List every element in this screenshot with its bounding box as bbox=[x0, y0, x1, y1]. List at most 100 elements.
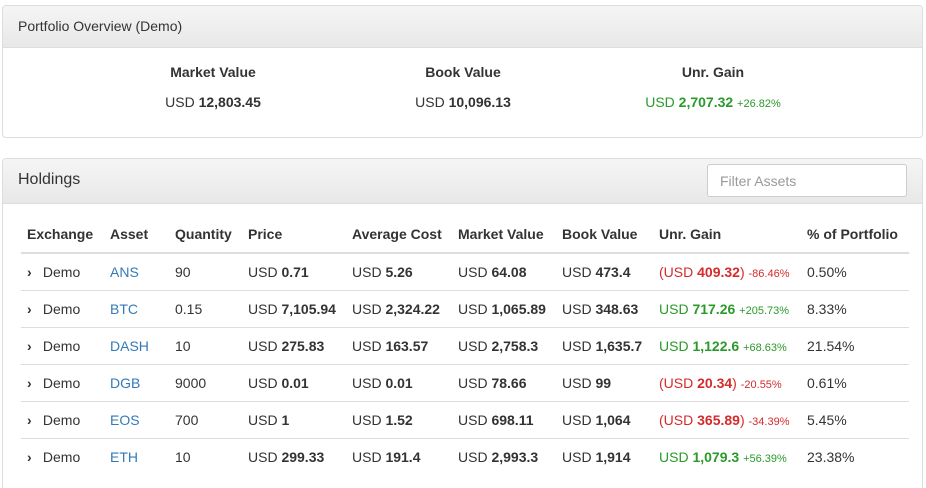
average-cost-cell: USD 2,324.22 bbox=[346, 289, 452, 327]
average-cost-value: 1.52 bbox=[385, 411, 413, 428]
currency-label: USD bbox=[248, 411, 278, 428]
portfolio-percent-cell: 8.33% bbox=[801, 289, 909, 327]
market-value-cell: USD 64.08 bbox=[452, 252, 556, 290]
gain-suffix: ) bbox=[732, 374, 737, 391]
asset-link[interactable]: ANS bbox=[110, 264, 139, 280]
currency-label: USD bbox=[562, 300, 592, 317]
exchange-name: Demo bbox=[42, 374, 81, 391]
price-value: 0.71 bbox=[281, 263, 309, 280]
book-value-summary: Book Value USD 10,096.13 bbox=[343, 64, 583, 110]
exchange-cell[interactable]: › Demo bbox=[21, 326, 104, 364]
asset-link[interactable]: DASH bbox=[110, 338, 149, 354]
gain-prefix: USD bbox=[659, 300, 693, 317]
chevron-right-icon[interactable]: › bbox=[27, 412, 39, 428]
column-header-book-value[interactable]: Book Value bbox=[556, 215, 653, 254]
overview-heading: Portfolio Overview (Demo) bbox=[3, 6, 922, 48]
filter-assets-input[interactable] bbox=[707, 164, 907, 197]
holdings-table: Exchange Asset Quantity Price Average Co… bbox=[21, 215, 909, 475]
asset-cell[interactable]: EOS bbox=[104, 400, 169, 438]
asset-link[interactable]: ETH bbox=[110, 449, 138, 465]
market-value-amount: USD 12,803.45 bbox=[93, 94, 333, 110]
gain-suffix: ) bbox=[739, 411, 745, 428]
currency-label: USD bbox=[415, 94, 445, 110]
chevron-right-icon[interactable]: › bbox=[27, 301, 39, 317]
currency-label: USD bbox=[352, 337, 382, 354]
gain-percent: -20.55% bbox=[740, 378, 782, 391]
currency-label: USD bbox=[248, 263, 278, 280]
portfolio-percent-cell: 0.61% bbox=[801, 363, 909, 401]
asset-cell[interactable]: ETH bbox=[104, 437, 169, 475]
portfolio-percent-cell: 21.54% bbox=[801, 326, 909, 364]
book-value-value: 1,914 bbox=[595, 448, 631, 465]
book-value-cell: USD 1,064 bbox=[556, 400, 653, 438]
column-header-exchange[interactable]: Exchange bbox=[21, 215, 104, 254]
column-header-quantity[interactable]: Quantity bbox=[169, 215, 242, 254]
column-header-average-cost[interactable]: Average Cost bbox=[346, 215, 452, 254]
price-cell: USD 275.83 bbox=[242, 326, 346, 364]
gain-value: 1,079.3 bbox=[692, 448, 740, 465]
column-header-unrealized-gain[interactable]: Unr. Gain bbox=[653, 215, 801, 254]
column-header-price[interactable]: Price bbox=[242, 215, 346, 254]
price-cell: USD 0.01 bbox=[242, 363, 346, 401]
column-header-percent-of-portfolio[interactable]: % of Portfolio bbox=[801, 215, 909, 254]
unrealized-gain-summary: Unr. Gain USD 2,707.32 +26.82% bbox=[593, 64, 833, 110]
column-header-asset[interactable]: Asset bbox=[104, 215, 169, 254]
unrealized-gain-amount: USD 2,707.32 +26.82% bbox=[593, 94, 833, 110]
gain-prefix: USD bbox=[659, 448, 693, 465]
average-cost-cell: USD 0.01 bbox=[346, 363, 452, 401]
gain-value: 717.26 bbox=[692, 300, 736, 317]
asset-cell[interactable]: BTC bbox=[104, 289, 169, 327]
chevron-right-icon[interactable]: › bbox=[27, 375, 39, 391]
quantity-cell: 10 bbox=[169, 437, 242, 475]
exchange-cell[interactable]: › Demo bbox=[21, 252, 104, 290]
table-row[interactable]: › Demo ANS 90 USD 0.71 USD 5.26 USD 64.08 USD … bbox=[21, 252, 909, 290]
exchange-cell[interactable]: › Demo bbox=[21, 363, 104, 401]
average-cost-cell: USD 163.57 bbox=[346, 326, 452, 364]
unrealized-gain-cell: (USD 409.32) -86.46% bbox=[653, 252, 801, 290]
chevron-right-icon[interactable]: › bbox=[27, 264, 39, 280]
table-row[interactable]: › Demo DASH 10 USD 275.83 USD 163.57 USD 2,75… bbox=[21, 326, 909, 364]
currency-label: USD bbox=[458, 374, 488, 391]
asset-link[interactable]: DGB bbox=[110, 375, 140, 391]
holdings-panel: Holdings Exchange Asset Quantity Price A… bbox=[2, 158, 923, 488]
average-cost-value: 5.26 bbox=[385, 263, 413, 280]
exchange-cell[interactable]: › Demo bbox=[21, 400, 104, 438]
table-row[interactable]: › Demo DGB 9000 USD 0.01 USD 0.01 USD 78.66 US… bbox=[21, 363, 909, 401]
table-row[interactable]: › Demo BTC 0.15 USD 7,105.94 USD 2,324.22 USD… bbox=[21, 289, 909, 327]
market-value-cell: USD 2,993.3 bbox=[452, 437, 556, 475]
chevron-right-icon[interactable]: › bbox=[27, 449, 39, 465]
exchange-cell[interactable]: › Demo bbox=[21, 437, 104, 475]
currency-label: USD bbox=[248, 337, 278, 354]
market-value-cell: USD 698.11 bbox=[452, 400, 556, 438]
exchange-cell[interactable]: › Demo bbox=[21, 289, 104, 327]
average-cost-cell: USD 191.4 bbox=[346, 437, 452, 475]
table-row[interactable]: › Demo EOS 700 USD 1 USD 1.52 USD 698.11 USD 1… bbox=[21, 400, 909, 438]
market-value-cell: USD 78.66 bbox=[452, 363, 556, 401]
asset-link[interactable]: EOS bbox=[110, 412, 140, 428]
currency-label: USD bbox=[458, 448, 488, 465]
table-row[interactable]: › Demo ETH 10 USD 299.33 USD 191.4 USD 2,993.… bbox=[21, 437, 909, 475]
column-header-market-value[interactable]: Market Value bbox=[452, 215, 556, 254]
quantity-cell: 10 bbox=[169, 326, 242, 364]
average-cost-value: 2,324.22 bbox=[385, 300, 440, 317]
book-value-value: 99 bbox=[595, 374, 612, 391]
asset-link[interactable]: BTC bbox=[110, 301, 138, 317]
gain-suffix: ) bbox=[739, 263, 745, 280]
exchange-name: Demo bbox=[42, 300, 81, 317]
unrealized-gain-percent: +26.82% bbox=[737, 98, 781, 110]
unrealized-gain-cell: USD 717.26 +205.73% bbox=[653, 289, 801, 327]
price-value: 0.01 bbox=[281, 374, 309, 391]
asset-cell[interactable]: DASH bbox=[104, 326, 169, 364]
market-value-value: 78.66 bbox=[491, 374, 527, 391]
book-value-value: 348.63 bbox=[595, 300, 639, 317]
market-value-cell: USD 2,758.3 bbox=[452, 326, 556, 364]
asset-cell[interactable]: ANS bbox=[104, 252, 169, 290]
currency-label: USD bbox=[458, 263, 488, 280]
currency-label: USD bbox=[352, 300, 382, 317]
gain-value: 409.32 bbox=[697, 263, 740, 280]
currency-label: USD bbox=[645, 94, 675, 110]
asset-cell[interactable]: DGB bbox=[104, 363, 169, 401]
chevron-right-icon[interactable]: › bbox=[27, 338, 39, 354]
holdings-table-body: › Demo ANS 90 USD 0.71 USD 5.26 USD 64.08 USD … bbox=[21, 252, 909, 475]
unrealized-gain-number: 2,707.32 bbox=[678, 94, 734, 110]
